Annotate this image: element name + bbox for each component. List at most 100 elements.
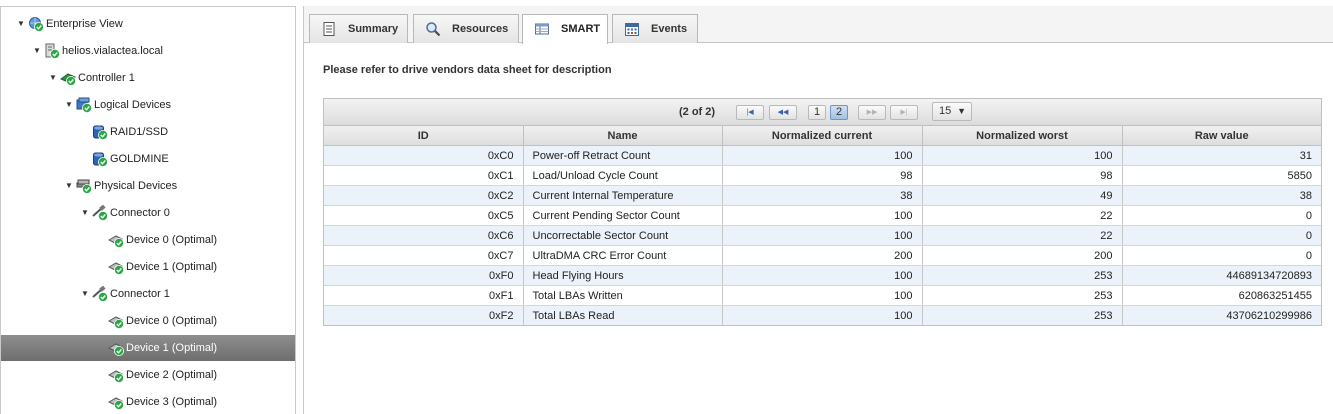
- table-row[interactable]: 0xF2 Total LBAs Read 100 253 43706210299986: [324, 305, 1321, 325]
- expand-arrow-icon[interactable]: ▼: [64, 173, 74, 199]
- table-row[interactable]: 0xC6 Uncorrectable Sector Count 100 22 0: [324, 225, 1321, 246]
- table-cell: 0xF0: [324, 265, 524, 286]
- next-page-button[interactable]: ▶▶: [858, 105, 886, 120]
- table-cell: 0xC5: [324, 205, 524, 226]
- expand-arrow-icon[interactable]: ▼: [32, 38, 42, 64]
- table-cell: 0xC1: [324, 165, 524, 186]
- magnifier-icon: [426, 22, 441, 37]
- table-cell: 0xC0: [324, 145, 524, 166]
- column-header[interactable]: Normalized worst: [922, 126, 1123, 146]
- tree-node-label: RAID1/SSD: [110, 126, 169, 138]
- tab-summary-label: Summary: [348, 23, 399, 35]
- tree-node[interactable]: Device 0 (Optimal): [1, 308, 295, 334]
- table-cell: 98: [722, 165, 923, 186]
- tab-events-label: Events: [651, 23, 688, 35]
- table-row[interactable]: 0xF0 Head Flying Hours 100 253 4468913472089…: [324, 265, 1321, 286]
- tree-node[interactable]: ▼ Physical Devices: [1, 173, 295, 199]
- table-cell: UltraDMA CRC Error Count: [523, 245, 723, 266]
- expand-arrow-icon[interactable]: ▼: [16, 11, 26, 37]
- tree-node-label: Device 1 (Optimal): [126, 261, 218, 273]
- table-cell: Uncorrectable Sector Count: [523, 225, 723, 246]
- tab-summary[interactable]: Summary: [309, 14, 408, 43]
- table-cell: 38: [722, 185, 923, 206]
- table-cell: Total LBAs Written: [523, 285, 723, 306]
- tree-node[interactable]: GOLDMINE: [1, 146, 295, 172]
- expand-arrow-icon[interactable]: ▼: [80, 200, 90, 226]
- tree-node[interactable]: ▼ Controller 1: [1, 65, 295, 91]
- tab-smart[interactable]: SMART: [522, 14, 608, 44]
- column-header[interactable]: Normalized current: [722, 126, 923, 146]
- table-cell: 0xF2: [324, 305, 524, 325]
- tree-node-label: Device 0 (Optimal): [126, 315, 218, 327]
- connector-check-icon: [92, 286, 108, 302]
- table-row[interactable]: 0xC0 Power-off Retract Count 100 100 31: [324, 145, 1321, 166]
- table-cell: 0xF1: [324, 285, 524, 306]
- table-cell: 100: [722, 265, 923, 286]
- drive-check-icon: [108, 370, 124, 383]
- table-cell: 200: [722, 245, 923, 266]
- drive-check-icon: [108, 397, 124, 410]
- tree-node-label: GOLDMINE: [110, 153, 169, 165]
- tab-bar: Summary Resources SMART Events: [304, 6, 1333, 44]
- page-1-button[interactable]: 1: [808, 105, 826, 120]
- last-page-button[interactable]: ▶|: [890, 105, 918, 120]
- calendar-icon: [625, 23, 639, 36]
- table-cell: 200: [922, 245, 1123, 266]
- table-cell: 100: [722, 145, 923, 166]
- document-icon: [323, 22, 335, 36]
- details-panel: Summary Resources SMART Events Please re…: [303, 6, 1333, 414]
- table-cell: 253: [922, 305, 1123, 325]
- table-row[interactable]: 0xF1 Total LBAs Written 100 253 620863251455: [324, 285, 1321, 306]
- page-2-button[interactable]: 2: [830, 105, 848, 120]
- tab-resources[interactable]: Resources: [413, 14, 519, 43]
- tree-node[interactable]: Device 1 (Optimal): [1, 335, 295, 361]
- tab-events[interactable]: Events: [612, 14, 698, 43]
- caret-down-icon: ▼: [957, 106, 966, 116]
- table-cell: 100: [722, 285, 923, 306]
- column-header[interactable]: ID: [324, 126, 524, 146]
- table-row[interactable]: 0xC5 Current Pending Sector Count 100 22 0: [324, 205, 1321, 226]
- tree-node[interactable]: Device 1 (Optimal): [1, 254, 295, 280]
- first-page-button[interactable]: |◀: [736, 105, 764, 120]
- table-cell: Load/Unload Cycle Count: [523, 165, 723, 186]
- tree-node[interactable]: RAID1/SSD: [1, 119, 295, 145]
- column-header[interactable]: Name: [523, 126, 723, 146]
- tree-node[interactable]: ▼ Connector 0: [1, 200, 295, 226]
- table-cell: Current Pending Sector Count: [523, 205, 723, 226]
- drive-check-icon: [108, 235, 124, 248]
- expand-arrow-icon[interactable]: ▼: [80, 281, 90, 307]
- tree-node[interactable]: Device 3 (Optimal): [1, 389, 295, 414]
- drive-check-icon: [108, 316, 124, 329]
- tree-node-label: Enterprise View: [46, 18, 123, 30]
- tree-node[interactable]: ▼ Enterprise View: [1, 11, 295, 37]
- tree-node[interactable]: ▼ helios.vialactea.local: [1, 38, 295, 64]
- column-header[interactable]: Raw value: [1122, 126, 1321, 146]
- prev-page-button[interactable]: ◀◀: [769, 105, 797, 120]
- table-row[interactable]: 0xC2 Current Internal Temperature 38 49 38: [324, 185, 1321, 206]
- page-size-select[interactable]: 15 ▼: [932, 102, 972, 121]
- tree-node-label: Logical Devices: [94, 99, 172, 111]
- expand-arrow-icon[interactable]: ▼: [48, 65, 58, 91]
- table-cell: 0xC2: [324, 185, 524, 206]
- tree-node-label: Connector 0: [110, 207, 170, 219]
- table-row[interactable]: 0xC7 UltraDMA CRC Error Count 200 200 0: [324, 245, 1321, 266]
- expand-arrow-icon[interactable]: ▼: [64, 92, 74, 118]
- globe-check-icon: [29, 17, 44, 32]
- table-cell: 253: [922, 285, 1123, 306]
- tree-node[interactable]: Device 2 (Optimal): [1, 362, 295, 388]
- table-cell: 100: [722, 225, 923, 246]
- tree-node-label: Physical Devices: [94, 180, 178, 192]
- table-cell: 0: [1122, 205, 1321, 226]
- tree-node[interactable]: ▼ Connector 1: [1, 281, 295, 307]
- table-cell: 5850: [1122, 165, 1321, 186]
- table-cell: 100: [922, 145, 1123, 166]
- logical-devices-check-icon: [76, 97, 92, 113]
- table-cell: 31: [1122, 145, 1321, 166]
- tab-smart-label: SMART: [561, 23, 601, 35]
- table-icon: [535, 23, 549, 35]
- tree-node[interactable]: Device 0 (Optimal): [1, 227, 295, 253]
- tree-node-label: Connector 1: [110, 288, 170, 300]
- table-row[interactable]: 0xC1 Load/Unload Cycle Count 98 98 5850: [324, 165, 1321, 186]
- table-cell: 22: [922, 225, 1123, 246]
- tree-node[interactable]: ▼ Logical Devices: [1, 92, 295, 118]
